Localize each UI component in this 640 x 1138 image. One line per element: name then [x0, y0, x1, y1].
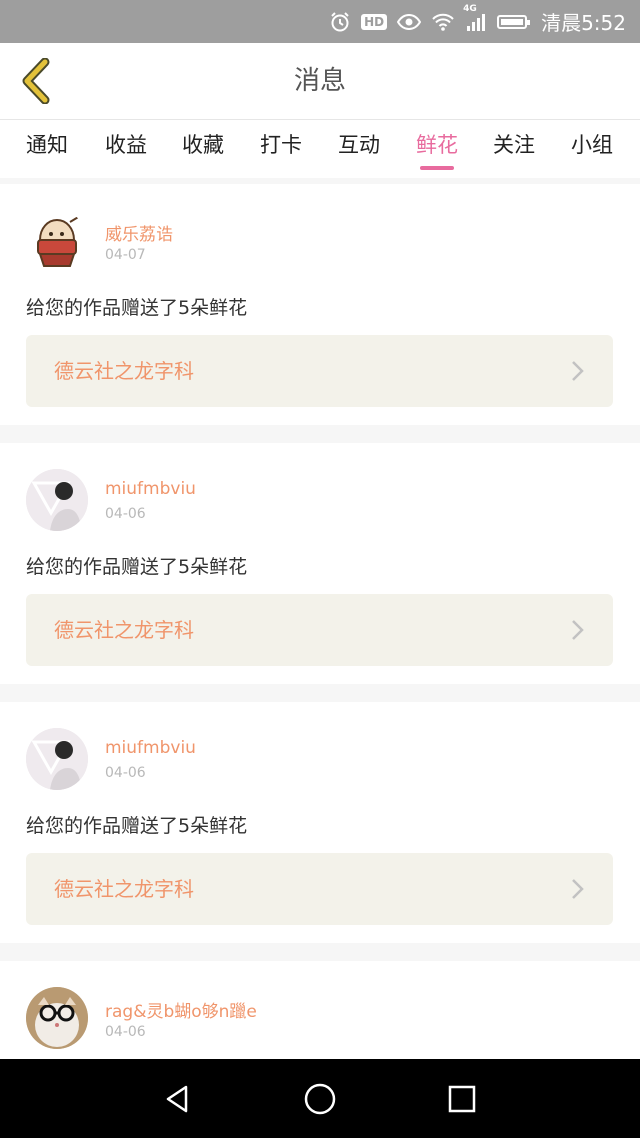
message-date: 04-06	[105, 506, 146, 522]
nav-back-button[interactable]	[158, 1079, 198, 1119]
work-link[interactable]: 德云社之龙字科	[26, 335, 613, 407]
network-label: 4G	[463, 3, 477, 14]
nav-home-button[interactable]	[300, 1079, 340, 1119]
message-text: 给您的作品赠送了5朵鲜花	[26, 297, 248, 319]
hd-icon: HD	[361, 13, 388, 30]
header: 消息	[0, 43, 640, 120]
status-bar: HD 4G 清晨5:52	[0, 0, 640, 43]
user-name[interactable]: 威乐荔诰	[105, 220, 173, 245]
tab-earnings[interactable]: 收益	[91, 120, 161, 178]
eye-icon	[397, 13, 422, 31]
message-card: miufmbviu 04-06 给您的作品赠送了5朵鲜花 德云社之龙字科	[0, 443, 640, 684]
tab-label: 收藏	[182, 133, 224, 157]
tab-checkin[interactable]: 打卡	[246, 120, 316, 178]
tab-favorites[interactable]: 收藏	[168, 120, 238, 178]
chevron-right-icon	[572, 879, 584, 899]
message-card: miufmbviu 04-06 给您的作品赠送了5朵鲜花 德云社之龙字科	[0, 702, 640, 943]
tab-label: 互动	[338, 133, 380, 157]
tab-following[interactable]: 关注	[479, 120, 549, 178]
work-title: 德云社之龙字科	[54, 877, 194, 901]
battery-icon	[497, 14, 531, 29]
home-circle-icon	[304, 1083, 336, 1115]
status-icons: HD 4G 清晨5:52	[329, 0, 626, 43]
chevron-right-icon	[572, 620, 584, 640]
user-name[interactable]: rag&灵b蝴o够n躐e	[105, 997, 257, 1022]
message-date: 04-06	[105, 1024, 146, 1040]
message-date: 04-06	[105, 765, 146, 781]
recents-square-icon	[448, 1085, 476, 1113]
message-card: 威乐荔诰 04-07 给您的作品赠送了5朵鲜花 德云社之龙字科	[0, 184, 640, 425]
tab-notice[interactable]: 通知	[12, 120, 82, 178]
chevron-left-icon	[22, 58, 50, 104]
tab-groups[interactable]: 小组	[557, 120, 627, 178]
user-name[interactable]: miufmbviu	[105, 738, 196, 758]
work-title: 德云社之龙字科	[54, 359, 194, 383]
tab-flowers[interactable]: 鲜花	[402, 120, 472, 178]
message-date: 04-07	[105, 247, 146, 263]
message-text: 给您的作品赠送了5朵鲜花	[26, 815, 248, 837]
tab-label: 收益	[105, 133, 147, 157]
work-title: 德云社之龙字科	[54, 618, 194, 642]
tab-interaction[interactable]: 互动	[324, 120, 394, 178]
work-link[interactable]: 德云社之龙字科	[26, 594, 613, 666]
wifi-icon	[431, 12, 455, 32]
avatar[interactable]	[26, 210, 88, 272]
chevron-right-icon	[572, 361, 584, 381]
nav-recents-button[interactable]	[442, 1079, 482, 1119]
tab-label: 打卡	[260, 133, 302, 157]
system-nav-bar	[0, 1059, 640, 1138]
signal-icon: 4G	[463, 4, 487, 32]
tab-label: 通知	[26, 133, 68, 157]
avatar[interactable]	[26, 728, 88, 790]
page-title: 消息	[293, 66, 346, 96]
tab-label: 关注	[493, 133, 535, 157]
avatar[interactable]	[26, 987, 88, 1049]
alarm-icon	[329, 11, 351, 33]
message-text: 给您的作品赠送了5朵鲜花	[26, 556, 248, 578]
work-link[interactable]: 德云社之龙字科	[26, 853, 613, 925]
back-triangle-icon	[166, 1085, 188, 1113]
tab-label: 小组	[571, 133, 613, 157]
back-button[interactable]	[14, 57, 58, 105]
tab-bar: 通知 收益 收藏 打卡 互动 鲜花 关注 小组	[0, 120, 640, 178]
avatar[interactable]	[26, 469, 88, 531]
user-name[interactable]: miufmbviu	[105, 479, 196, 499]
active-tab-indicator	[420, 166, 454, 170]
tab-label: 鲜花	[416, 133, 458, 157]
status-time: 清晨5:52	[541, 11, 626, 35]
